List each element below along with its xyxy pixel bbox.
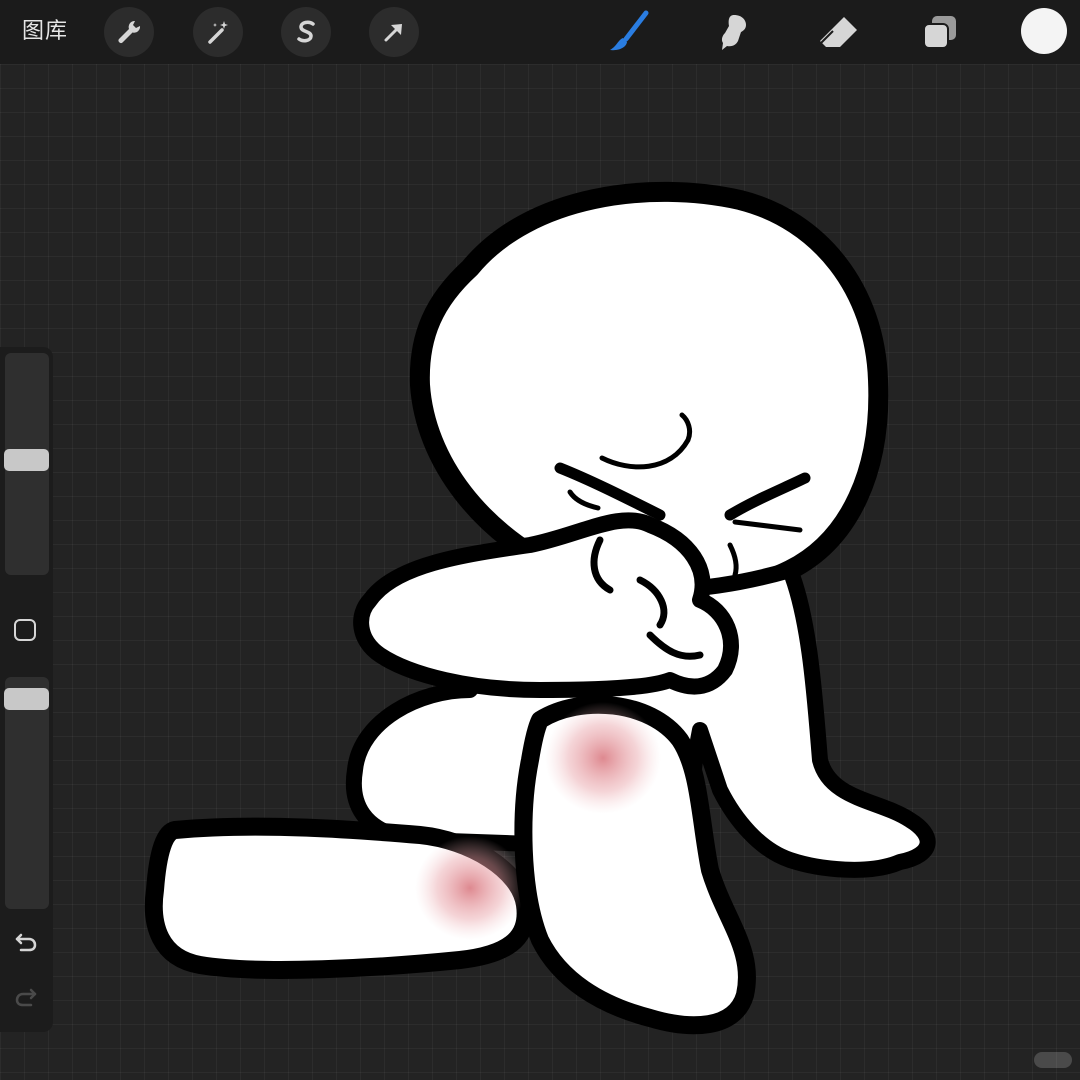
layers-icon	[923, 16, 956, 49]
color-picker-button[interactable]	[1021, 8, 1067, 54]
actions-button[interactable]	[104, 7, 154, 57]
watermark-logo	[1034, 1052, 1072, 1068]
adjustments-button[interactable]	[193, 7, 243, 57]
magic-wand-icon	[208, 21, 228, 44]
figure-left-arm	[353, 512, 739, 698]
eraser-tool-button[interactable]	[812, 6, 864, 58]
left-sidebar	[0, 347, 53, 1032]
top-toolbar: 图库	[0, 0, 1080, 64]
opacity-slider[interactable]	[4, 677, 49, 909]
gallery-button[interactable]: 图库	[22, 14, 68, 50]
layers-button[interactable]	[914, 6, 966, 58]
undo-button[interactable]	[11, 927, 41, 957]
arrow-icon	[384, 24, 402, 42]
selection-button[interactable]	[281, 7, 331, 57]
redo-button[interactable]	[11, 982, 41, 1012]
figure-left-leg	[144, 817, 535, 979]
modify-button[interactable]	[14, 619, 36, 641]
brush-size-slider[interactable]	[4, 353, 49, 575]
wrench-icon	[118, 20, 141, 43]
eraser-icon	[820, 17, 857, 47]
selection-s-icon	[297, 20, 315, 43]
redo-icon	[15, 988, 37, 1007]
canvas-drawing	[144, 181, 936, 1035]
brush-icon	[610, 10, 649, 51]
opacity-handle[interactable]	[4, 688, 49, 710]
brush-tool-button[interactable]	[602, 6, 654, 58]
smudge-tool-button[interactable]	[708, 6, 760, 58]
transform-button[interactable]	[369, 7, 419, 57]
undo-icon	[15, 933, 37, 952]
brush-size-handle[interactable]	[4, 449, 49, 471]
smudge-icon	[721, 15, 746, 50]
